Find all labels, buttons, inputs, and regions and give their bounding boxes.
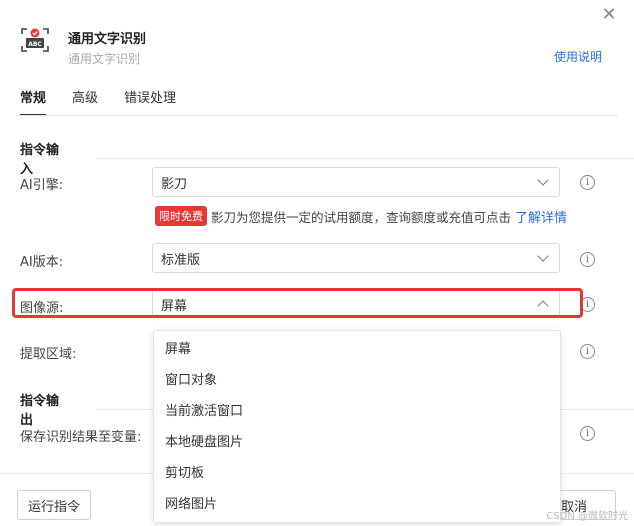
promo-text: 影刀为您提供一定的试用额度，查询额度或充值可点击 <box>211 209 512 225</box>
image-source-dropdown: 屏幕 窗口对象 当前激活窗口 本地硬盘图片 剪切板 网络图片 <box>153 330 561 523</box>
region-label: 提取区域: <box>20 347 77 362</box>
run-command-button[interactable]: 运行指令 <box>17 490 91 520</box>
ai-engine-select[interactable]: 影刀 <box>152 167 560 197</box>
dialog-title: 通用文字识别 <box>68 32 147 47</box>
close-icon[interactable]: ✕ <box>600 6 618 24</box>
dialog-header: ABC 通用文字识别 通用文字识别 使用说明 <box>20 24 620 72</box>
info-icon[interactable]: i <box>580 344 595 359</box>
free-badge: 限时免费 <box>155 206 207 226</box>
svg-text:ABC: ABC <box>28 41 42 48</box>
info-icon[interactable]: i <box>580 297 595 312</box>
help-link[interactable]: 使用说明 <box>554 48 602 65</box>
tab-divider <box>16 115 618 116</box>
info-icon[interactable]: i <box>580 426 595 441</box>
dropdown-option[interactable]: 屏幕 <box>154 334 560 365</box>
chevron-down-icon <box>537 250 549 262</box>
tab-advanced[interactable]: 高级 <box>72 90 98 116</box>
image-source-value: 屏幕 <box>161 298 188 314</box>
tab-general[interactable]: 常规 <box>20 90 47 116</box>
info-icon[interactable]: i <box>580 252 595 267</box>
image-source-label: 图像源: <box>20 301 64 316</box>
learn-more-link[interactable]: 了解详情 <box>515 207 567 226</box>
section-output-title: 指令输出 <box>20 394 60 428</box>
chevron-up-icon <box>537 300 549 312</box>
tab-error-handling[interactable]: 错误处理 <box>124 90 176 116</box>
dropdown-option[interactable]: 本地硬盘图片 <box>154 427 560 458</box>
promo-line: 限时免费 影刀为您提供一定的试用额度，查询额度或充值可点击 了解详情 <box>155 206 567 226</box>
chevron-down-icon <box>537 174 549 186</box>
ai-version-value: 标准版 <box>161 252 201 268</box>
ocr-app-icon: ABC <box>20 26 50 54</box>
section-divider <box>95 157 634 159</box>
dropdown-option[interactable]: 窗口对象 <box>154 365 560 396</box>
ai-engine-label: AI引擎: <box>20 178 64 193</box>
dialog-subtitle: 通用文字识别 <box>68 52 141 66</box>
dropdown-option[interactable]: 当前激活窗口 <box>154 396 560 427</box>
section-input-title: 指令输入 <box>20 143 60 177</box>
info-icon[interactable]: i <box>580 175 595 190</box>
dropdown-option[interactable]: 剪切板 <box>154 458 560 489</box>
image-source-select[interactable]: 屏幕 <box>152 290 560 318</box>
dropdown-option[interactable]: 网络图片 <box>154 489 560 520</box>
tab-bar: 常规 高级 错误处理 <box>20 90 176 116</box>
save-variable-label: 保存识别结果至变量: <box>20 430 142 445</box>
ai-version-label: AI版本: <box>20 255 64 270</box>
ai-engine-value: 影刀 <box>161 176 188 192</box>
ai-version-select[interactable]: 标准版 <box>152 243 560 273</box>
watermark: CSDN @微软时光 <box>546 511 628 522</box>
